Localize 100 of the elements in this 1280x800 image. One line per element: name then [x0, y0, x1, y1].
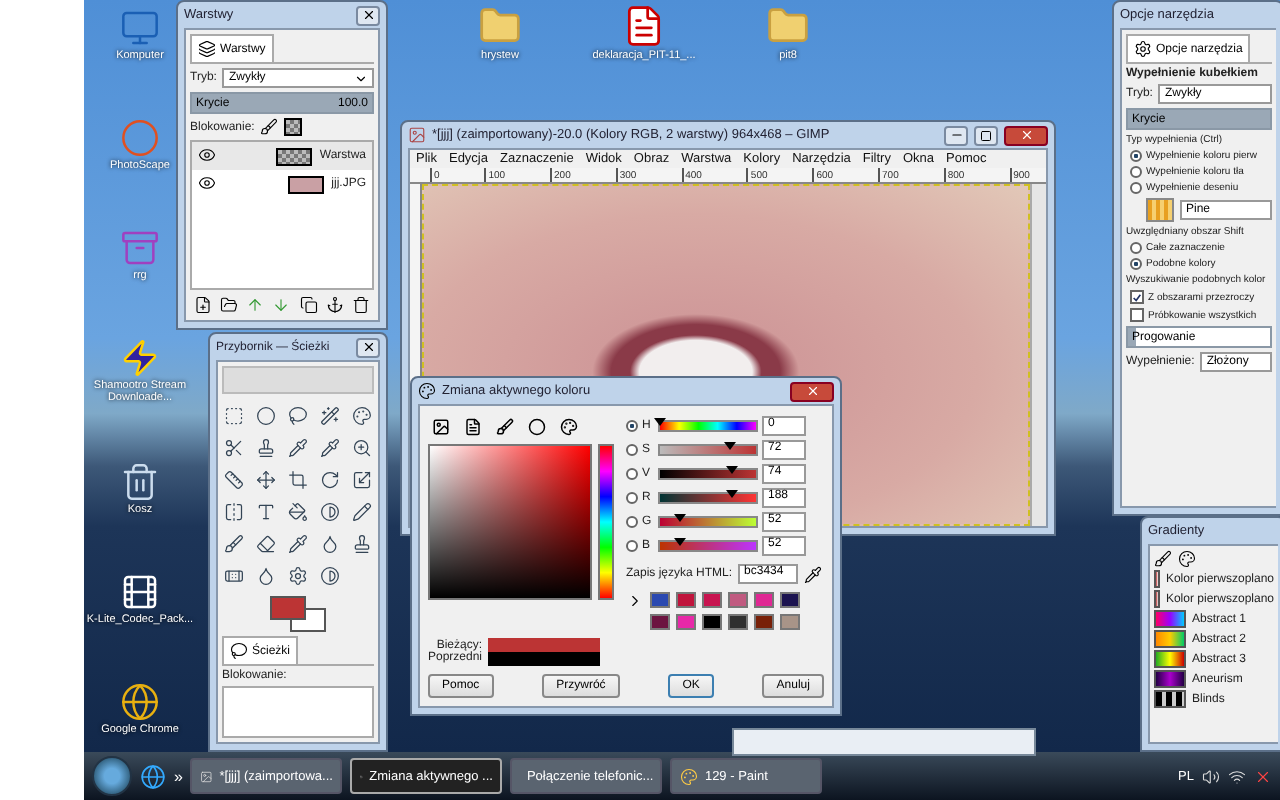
color-swatch[interactable] — [702, 592, 722, 608]
tool-button[interactable] — [221, 498, 247, 524]
color-swatch[interactable] — [754, 592, 774, 608]
radio-button[interactable] — [1130, 166, 1142, 178]
tool-button[interactable] — [285, 562, 311, 588]
color-swatch[interactable] — [650, 614, 670, 630]
globe-icon[interactable] — [140, 763, 166, 789]
tab[interactable] — [428, 414, 454, 440]
channel-slider[interactable] — [658, 419, 758, 431]
tab[interactable] — [460, 414, 486, 440]
error-icon[interactable] — [1254, 767, 1272, 785]
brush-icon[interactable] — [1154, 550, 1172, 568]
tool-button[interactable] — [285, 434, 311, 460]
brush-icon[interactable] — [260, 118, 279, 136]
slider-thumb[interactable] — [654, 417, 666, 425]
checkbox[interactable] — [1130, 290, 1144, 304]
close-button[interactable] — [356, 337, 380, 357]
film-icon[interactable] — [120, 571, 160, 612]
tool-button[interactable] — [317, 498, 343, 524]
tab[interactable] — [524, 414, 550, 440]
radio-button[interactable] — [626, 491, 638, 503]
slider-thumb[interactable] — [723, 441, 736, 449]
trash-icon[interactable] — [120, 461, 160, 502]
tool-button[interactable] — [221, 402, 247, 428]
radio-button[interactable] — [1130, 182, 1142, 194]
tool-button[interactable] — [349, 402, 375, 428]
more-label[interactable]: » — [174, 767, 183, 785]
pattern-swatch[interactable] — [1146, 198, 1174, 222]
tab[interactable] — [492, 414, 518, 440]
start-button[interactable] — [92, 756, 132, 796]
globe-icon[interactable] — [120, 681, 160, 722]
tool-button[interactable] — [253, 466, 279, 492]
tool-button[interactable] — [253, 434, 279, 460]
color-swatch[interactable] — [780, 614, 800, 630]
channel-slider[interactable] — [658, 443, 758, 455]
up-arrow-icon[interactable] — [246, 296, 265, 314]
tab[interactable] — [556, 414, 582, 440]
folder-icon[interactable] — [220, 296, 239, 314]
color-swatch[interactable] — [780, 592, 800, 608]
tool-button[interactable] — [317, 434, 343, 460]
close-button[interactable] — [790, 381, 834, 401]
color-swatch[interactable] — [702, 614, 722, 630]
tool-button[interactable] — [285, 466, 311, 492]
radio-button[interactable] — [626, 467, 638, 479]
tool-button[interactable] — [285, 402, 311, 428]
close-button[interactable] — [1004, 125, 1048, 145]
maximize-button[interactable] — [974, 125, 998, 145]
radio-button[interactable] — [1130, 150, 1142, 162]
slider-thumb[interactable] — [725, 465, 738, 473]
channel-slider[interactable] — [658, 467, 758, 479]
color-swatch[interactable] — [754, 614, 774, 630]
radio-button[interactable] — [626, 539, 638, 551]
trash-icon[interactable] — [351, 296, 370, 314]
tool-button[interactable] — [253, 402, 279, 428]
radio-button[interactable] — [626, 515, 638, 527]
tool-button[interactable] — [221, 466, 247, 492]
tool-button[interactable] — [349, 530, 375, 556]
radio-button[interactable] — [1130, 258, 1142, 270]
tool-button[interactable] — [349, 466, 375, 492]
tool-button[interactable] — [253, 530, 279, 556]
pipette-icon[interactable] — [804, 565, 823, 583]
tool-button[interactable] — [349, 498, 375, 524]
eye-icon[interactable] — [198, 145, 216, 163]
tool-button[interactable] — [221, 530, 247, 556]
radio-button[interactable] — [626, 419, 638, 431]
anchor-icon[interactable] — [325, 296, 344, 314]
copy-icon[interactable] — [299, 296, 318, 314]
channel-slider[interactable] — [658, 539, 758, 551]
checker-icon[interactable] — [284, 118, 303, 136]
new-file-icon[interactable] — [194, 296, 213, 314]
scrollbar[interactable] — [1030, 184, 1046, 526]
tool-button[interactable] — [317, 402, 343, 428]
color-swatch[interactable] — [728, 614, 748, 630]
slider-thumb[interactable] — [673, 513, 686, 521]
eye-icon[interactable] — [198, 173, 216, 191]
channel-slider[interactable] — [658, 515, 758, 527]
tool-button[interactable] — [285, 498, 311, 524]
document-icon[interactable] — [622, 4, 666, 48]
lightning-icon[interactable] — [120, 338, 160, 379]
slider-thumb[interactable] — [673, 537, 686, 545]
color-swatch[interactable] — [728, 592, 748, 608]
palette-icon[interactable] — [1178, 550, 1196, 568]
color-swatch[interactable] — [676, 592, 696, 608]
color-square[interactable] — [428, 444, 592, 600]
close-button[interactable] — [356, 5, 380, 25]
hue-strip[interactable] — [598, 444, 614, 600]
tool-button[interactable] — [317, 466, 343, 492]
speaker-icon[interactable] — [1202, 767, 1220, 785]
tool-button[interactable] — [221, 434, 247, 460]
tool-button[interactable] — [285, 530, 311, 556]
network-icon[interactable] — [1228, 767, 1246, 785]
color-swatch[interactable] — [676, 614, 696, 630]
tool-button[interactable] — [349, 434, 375, 460]
checkbox[interactable] — [1130, 308, 1144, 322]
down-arrow-icon[interactable] — [272, 296, 291, 314]
color-swatch[interactable] — [650, 592, 670, 608]
radio-button[interactable] — [626, 443, 638, 455]
channel-slider[interactable] — [658, 491, 758, 503]
tool-button[interactable] — [317, 562, 343, 588]
radio-button[interactable] — [1130, 242, 1142, 254]
